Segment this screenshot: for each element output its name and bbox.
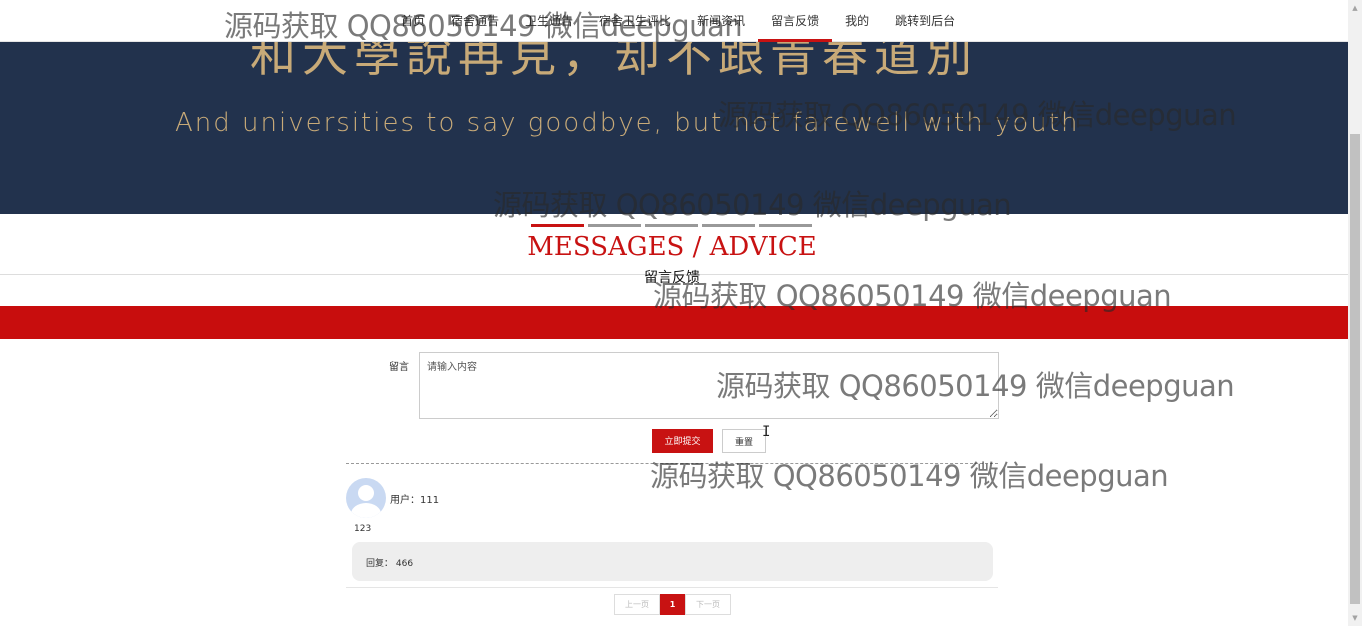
scroll-up-arrow-icon[interactable]: ▲ (1348, 0, 1362, 16)
red-band (0, 306, 1348, 339)
avatar-body (351, 503, 381, 518)
comment-content: 123 (354, 524, 372, 534)
page: 首页 宿舍通告 卫生通告 宿舍卫生评比 新闻资讯 留言反馈 我的 跳转到后台 和… (0, 0, 1362, 626)
section-title-en: MESSAGES / ADVICE (527, 232, 817, 262)
title-decoration (531, 224, 812, 227)
title-bar (759, 224, 812, 227)
avatar-head (358, 485, 374, 501)
submit-button[interactable]: 立即提交 (652, 429, 713, 453)
nav-item-admin[interactable]: 跳转到后台 (882, 0, 968, 42)
banner: 和大學說再見，却不跟青春道別 And universities to say g… (0, 42, 1348, 214)
comment-username: 用户：111 (390, 495, 440, 506)
top-navigation: 首页 宿舍通告 卫生通告 宿舍卫生评比 新闻资讯 留言反馈 我的 跳转到后台 (0, 0, 1348, 42)
divider (346, 463, 998, 464)
nav-list: 首页 宿舍通告 卫生通告 宿舍卫生评比 新闻资讯 留言反馈 我的 跳转到后台 (388, 0, 968, 42)
nav-item-hygiene-rating[interactable]: 宿舍卫生评比 (586, 0, 684, 42)
nav-item-dorm-notice[interactable]: 宿舍通告 (438, 0, 512, 42)
scrollbar-thumb[interactable] (1350, 134, 1360, 604)
reply-text: 回复： 466 (366, 559, 414, 569)
avatar (346, 478, 386, 518)
nav-item-news[interactable]: 新闻资讯 (684, 0, 758, 42)
title-bar (531, 224, 584, 227)
title-bar (645, 224, 698, 227)
reply-box: 回复： 466 (352, 542, 993, 581)
message-label: 留言 (389, 362, 409, 373)
watermark: 源码获取 QQ86050149 微信deepguan (650, 459, 1169, 493)
reset-button[interactable]: 重置 (722, 429, 766, 453)
banner-slogan-cn: 和大學說再見，却不跟青春道別 (250, 42, 978, 82)
divider (346, 587, 998, 588)
banner-slogan-en: And universities to say goodbye, but not… (175, 108, 1080, 138)
section-title-cn: 留言反馈 (644, 270, 700, 286)
page-number-button[interactable]: 1 (660, 594, 685, 615)
next-page-button[interactable]: 下一页 (685, 594, 731, 615)
message-textarea[interactable] (419, 352, 999, 419)
nav-item-feedback[interactable]: 留言反馈 (758, 0, 833, 42)
nav-item-hygiene-notice[interactable]: 卫生通告 (512, 0, 586, 42)
scroll-down-arrow-icon[interactable]: ▼ (1348, 610, 1362, 626)
nav-item-mine[interactable]: 我的 (832, 0, 882, 42)
title-bar (588, 224, 641, 227)
pagination: 上一页 1 下一页 (614, 594, 731, 615)
prev-page-button[interactable]: 上一页 (614, 594, 660, 615)
nav-item-home[interactable]: 首页 (388, 0, 438, 42)
scrollbar[interactable]: ▲ ▼ (1348, 0, 1362, 626)
title-bar (702, 224, 755, 227)
text-cursor-icon: I (762, 424, 771, 440)
